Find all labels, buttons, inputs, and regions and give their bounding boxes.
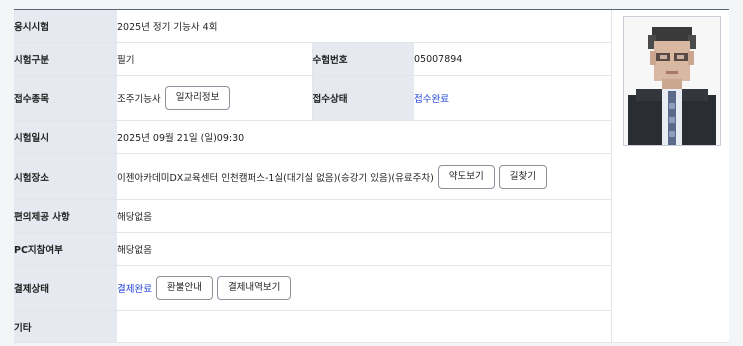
- row-category: 시험구분 필기 수험번호 05007894: [14, 42, 612, 76]
- convenience-value: 해당없음: [117, 199, 612, 233]
- row-etc: 기타: [14, 310, 611, 343]
- category-label: 시험구분: [14, 42, 117, 76]
- photo-column: [611, 10, 730, 342]
- job-cell: 조주기능사 일자리정보: [117, 75, 312, 121]
- payment-status-value: 결제완료: [117, 284, 152, 295]
- date-label: 시험일시: [14, 120, 117, 154]
- reception-status-label: 접수상태: [311, 75, 414, 121]
- date-value: 2025년 09월 21일 (일)09:30: [117, 120, 612, 154]
- directions-button[interactable]: 길찾기: [498, 164, 547, 189]
- exam-info-table: 응시시험 2025년 정기 기능사 4회 시험구분 필기 수험번호 050078…: [14, 10, 612, 343]
- applicant-photo: [623, 16, 721, 146]
- row-job: 접수종목 조주기능사 일자리정보 접수상태 접수완료: [14, 75, 612, 121]
- applicant-photo-icon: [624, 17, 720, 145]
- job-label: 접수종목: [14, 75, 117, 121]
- convenience-label: 편의제공 사항: [14, 199, 117, 233]
- venue-value: 이젠아카데미DX교육센터 인천캠퍼스-1실(대기실 없음)(승강기 있음)(유료…: [117, 172, 434, 184]
- row-venue: 시험장소 이젠아카데미DX교육센터 인천캠퍼스-1실(대기실 없음)(승강기 있…: [14, 153, 612, 200]
- venue-cell: 이젠아카데미DX교육센터 인천캠퍼스-1실(대기실 없음)(승강기 있음)(유료…: [117, 153, 612, 200]
- payment-history-button[interactable]: 결제내역보기: [216, 276, 292, 300]
- map-button[interactable]: 약도보기: [437, 164, 495, 189]
- row-payment: 결제상태 결제완료 환불안내 결제내역보기: [14, 265, 612, 311]
- venue-label: 시험장소: [14, 153, 117, 200]
- row-pc: PC지참여부 해당없음: [14, 232, 612, 266]
- exam-number-value: 05007894: [414, 42, 612, 76]
- job-info-button[interactable]: 일자리정보: [164, 86, 231, 110]
- job-value: 조주기능사: [117, 94, 161, 105]
- exam-label: 응시시험: [14, 10, 117, 43]
- row-date: 시험일시 2025년 09월 21일 (일)09:30: [14, 120, 612, 154]
- pc-label: PC지참여부: [14, 232, 117, 266]
- refund-info-button[interactable]: 환불안내: [155, 276, 213, 300]
- pc-value: 해당없음: [117, 232, 612, 266]
- reception-status-value: 접수완료: [414, 75, 612, 121]
- row-convenience: 편의제공 사항 해당없음: [14, 199, 612, 233]
- etc-value: [117, 311, 611, 343]
- exam-number-label: 수험번호: [311, 42, 414, 76]
- payment-cell: 결제완료 환불안내 결제내역보기: [117, 265, 612, 311]
- etc-label: 기타: [14, 310, 117, 342]
- payment-label: 결제상태: [14, 265, 117, 311]
- category-value: 필기: [117, 42, 312, 76]
- exam-value: 2025년 정기 기능사 4회: [117, 10, 612, 43]
- row-exam: 응시시험 2025년 정기 기능사 4회: [14, 10, 612, 43]
- exam-info-card: 응시시험 2025년 정기 기능사 4회 시험구분 필기 수험번호 050078…: [14, 9, 729, 343]
